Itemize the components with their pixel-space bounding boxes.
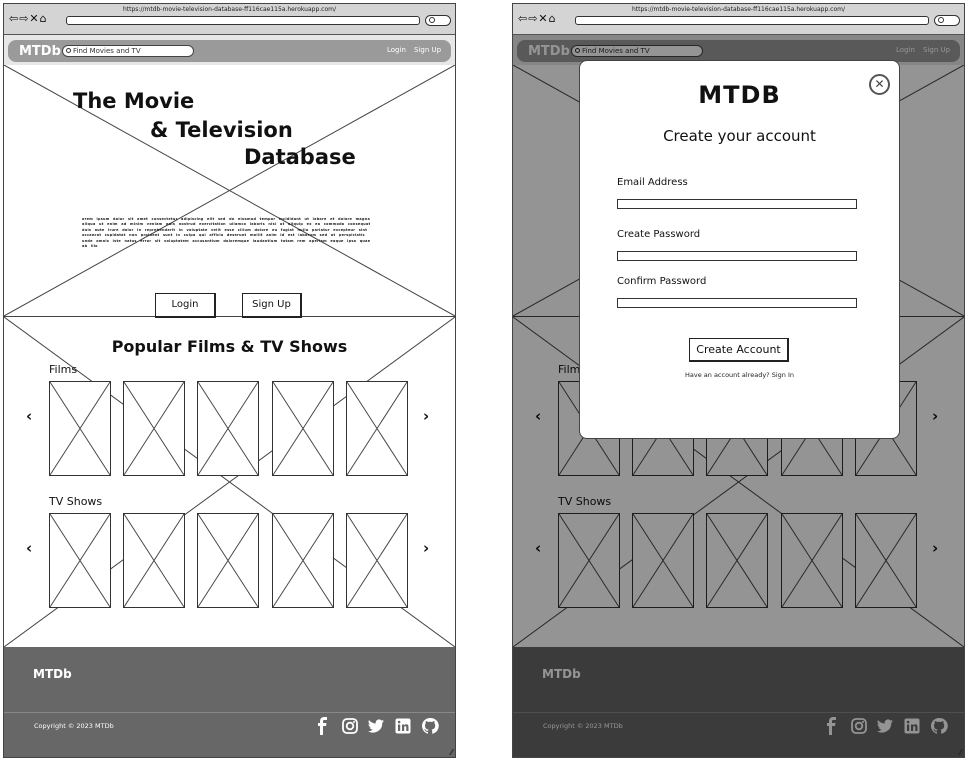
search-input[interactable]: Find Movies and TV <box>62 45 194 57</box>
github-icon[interactable] <box>421 717 439 735</box>
browser-search-box[interactable] <box>934 15 960 26</box>
film-poster-card[interactable] <box>123 381 185 476</box>
create-account-button[interactable]: Create Account <box>689 338 789 362</box>
image-placeholder-icon <box>124 382 184 475</box>
instagram-icon[interactable] <box>341 717 359 735</box>
site-footer: MTDb Copyright © 2023 MTDb <box>4 647 455 757</box>
page: MTDb Find Movies and TV Login Sign Up Th… <box>4 35 455 757</box>
email-field[interactable] <box>617 199 857 209</box>
email-label: Email Address <box>617 177 688 188</box>
navbar: MTDb Find Movies and TV Login Sign Up <box>8 40 451 62</box>
site-header: MTDb Find Movies and TV Login Sign Up <box>4 35 455 65</box>
twitter-icon[interactable] <box>367 717 385 735</box>
signup-modal-frame: https://mtdb-movie-television-database-f… <box>512 3 965 758</box>
browser-search-box[interactable] <box>425 15 451 26</box>
address-bar[interactable] <box>575 16 929 25</box>
tv-prev-arrow[interactable]: ‹ <box>26 539 32 557</box>
signup-modal: MTDB ✕ Create your account Email Address… <box>579 60 900 439</box>
image-placeholder-icon <box>50 514 110 607</box>
hero-signup-button[interactable]: Sign Up <box>242 293 302 318</box>
image-placeholder-icon <box>273 514 333 607</box>
browser-nav-buttons[interactable]: ⇦⇨✕⌂ <box>518 12 557 25</box>
films-next-arrow[interactable]: › <box>423 407 429 425</box>
landing-page-frame: https://mtdb-movie-television-database-f… <box>3 3 456 758</box>
image-placeholder-icon <box>198 514 258 607</box>
films-label: Films <box>49 363 78 376</box>
image-placeholder-icon <box>273 382 333 475</box>
films-prev-arrow[interactable]: ‹ <box>26 407 32 425</box>
search-placeholder: Find Movies and TV <box>73 47 141 55</box>
film-poster-card[interactable] <box>49 381 111 476</box>
confirm-password-field[interactable] <box>617 298 857 308</box>
tv-next-arrow[interactable]: › <box>423 539 429 557</box>
browser-chrome: https://mtdb-movie-television-database-f… <box>513 4 964 35</box>
tv-poster-card[interactable] <box>346 513 408 608</box>
film-poster-card[interactable] <box>346 381 408 476</box>
resize-handle-icon[interactable]: ⁄⁄ <box>450 748 453 757</box>
browser-url: https://mtdb-movie-television-database-f… <box>631 6 846 13</box>
browser-nav-buttons[interactable]: ⇦⇨✕⌂ <box>9 12 48 25</box>
facebook-icon[interactable] <box>314 717 332 735</box>
modal-title: Create your account <box>663 127 816 145</box>
linkedin-icon[interactable] <box>394 717 412 735</box>
tv-poster-card[interactable] <box>197 513 259 608</box>
password-field[interactable] <box>617 251 857 261</box>
footer-divider <box>4 712 455 713</box>
close-icon[interactable]: ✕ <box>869 74 890 95</box>
search-icon <box>429 17 435 23</box>
image-placeholder-icon <box>198 382 258 475</box>
search-icon <box>66 48 71 53</box>
hero-image-placeholder <box>4 65 455 316</box>
site-logo[interactable]: MTDb <box>19 44 61 59</box>
address-bar[interactable] <box>66 16 420 25</box>
password-label: Create Password <box>617 229 701 240</box>
confirm-password-label: Confirm Password <box>617 276 707 287</box>
browser-url: https://mtdb-movie-television-database-f… <box>122 6 337 13</box>
section-title: Popular Films & TV Shows <box>111 337 348 356</box>
popular-section: Popular Films & TV Shows Films TV Shows … <box>4 317 455 647</box>
tv-poster-card[interactable] <box>123 513 185 608</box>
sign-in-link[interactable]: Have an account already? Sign In <box>580 371 899 379</box>
footer-logo[interactable]: MTDb <box>33 667 72 681</box>
image-placeholder-icon <box>347 514 407 607</box>
resize-handle-icon[interactable]: ⁄⁄ <box>959 748 962 757</box>
hero-body-text: orem ipsum dolor sit amet consectetur ad… <box>82 217 371 249</box>
image-placeholder-icon <box>124 514 184 607</box>
login-link[interactable]: Login <box>387 46 406 54</box>
film-poster-card[interactable] <box>272 381 334 476</box>
image-placeholder-icon <box>50 382 110 475</box>
search-icon <box>938 17 944 23</box>
tv-shows-label: TV Shows <box>49 495 103 508</box>
modal-logo: MTDB <box>698 81 781 109</box>
hero-section: The Movie & Television Database orem ips… <box>4 65 455 318</box>
copyright-text: Copyright © 2023 MTDb <box>34 722 114 730</box>
tv-poster-card[interactable] <box>272 513 334 608</box>
signup-link[interactable]: Sign Up <box>414 46 441 54</box>
film-poster-card[interactable] <box>197 381 259 476</box>
image-placeholder-icon <box>347 382 407 475</box>
hero-title-line2: & Television <box>150 118 293 142</box>
hero-title-line1: The Movie <box>73 89 195 113</box>
hero-title-line3: Database <box>244 145 356 169</box>
browser-chrome: https://mtdb-movie-television-database-f… <box>4 4 455 35</box>
tv-poster-card[interactable] <box>49 513 111 608</box>
hero-login-button[interactable]: Login <box>155 293 216 318</box>
